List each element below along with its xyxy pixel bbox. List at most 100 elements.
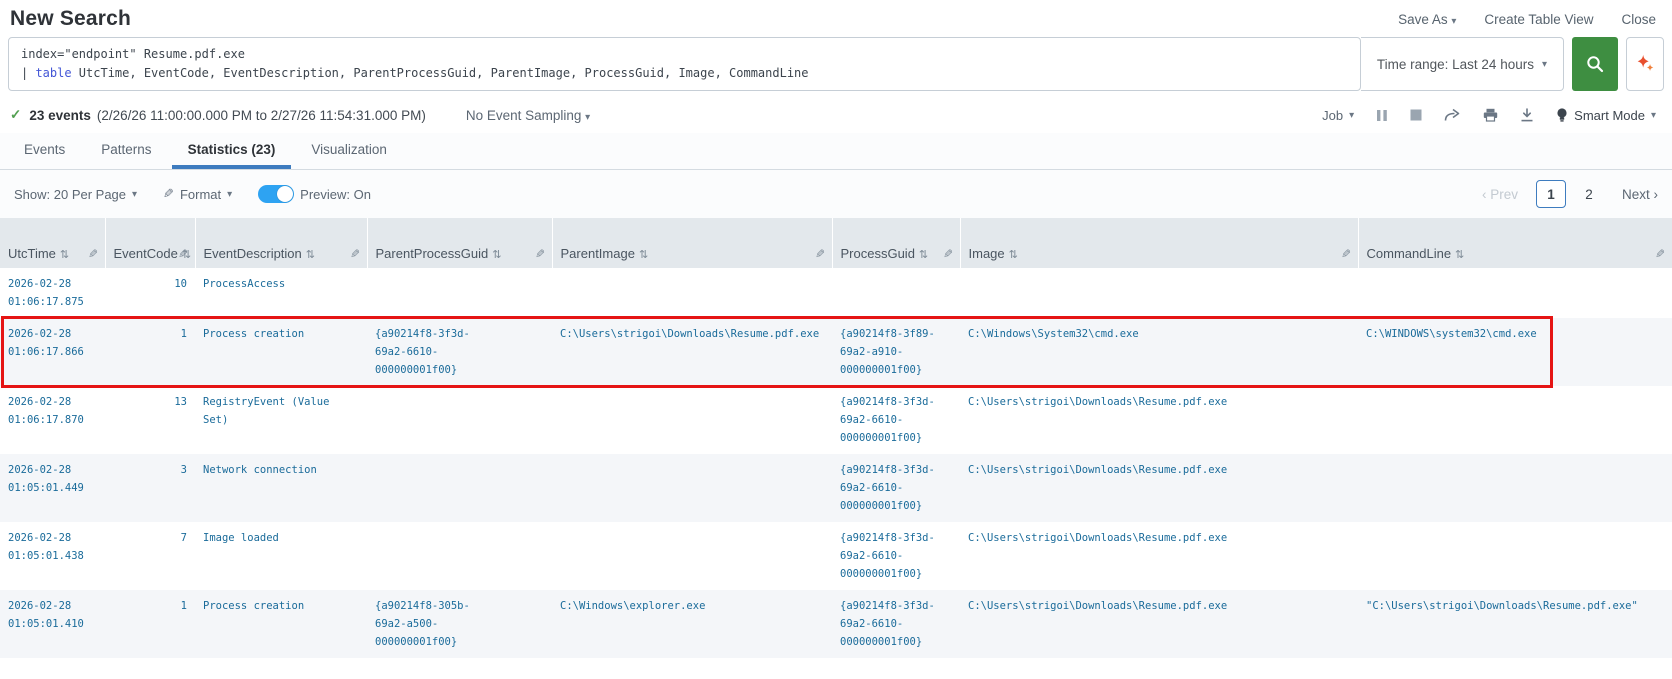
table-cell[interactable]: {a90214f8-3f3d-69a2-6610-000000001f00}: [832, 454, 960, 522]
time-range-picker[interactable]: Time range: Last 24 hours ▾: [1360, 37, 1564, 91]
event-sampling-dropdown[interactable]: No Event Sampling ▾: [466, 108, 590, 123]
column-header-processguid[interactable]: ProcessGuid ⇅ ✎: [832, 218, 961, 268]
table-cell[interactable]: Image loaded: [195, 522, 367, 590]
table-cell[interactable]: {a90214f8-3f3d-69a2-6610-000000001f00}: [832, 590, 960, 658]
tab-events[interactable]: Events: [8, 133, 81, 169]
edit-column-icon[interactable]: ✎: [178, 247, 188, 261]
table-cell[interactable]: Process creation: [195, 318, 367, 386]
edit-column-icon[interactable]: ✎: [350, 247, 360, 261]
table-cell[interactable]: {a90214f8-3f3d-69a2-6610-000000001f00}: [832, 522, 960, 590]
ai-assistant-button[interactable]: [1626, 37, 1664, 91]
table-cell[interactable]: [367, 454, 552, 522]
table-cell[interactable]: {a90214f8-3f3d-69a2-6610-000000001f00}: [367, 318, 552, 386]
table-cell[interactable]: 1: [105, 590, 195, 658]
sort-icon[interactable]: ⇅: [492, 249, 501, 261]
table-cell[interactable]: {a90214f8-305b-69a2-a500-000000001f00}: [367, 590, 552, 658]
per-page-dropdown[interactable]: Show: 20 Per Page ▾: [14, 187, 137, 202]
preview-toggle[interactable]: Preview: On: [258, 185, 371, 203]
table-cell[interactable]: [1358, 522, 1672, 590]
close-button[interactable]: Close: [1621, 12, 1656, 27]
save-as-button[interactable]: Save As ▾: [1398, 12, 1456, 27]
table-cell[interactable]: 2026-02-28 01:06:17.866: [0, 318, 105, 386]
table-cell[interactable]: 2026-02-28 01:06:17.870: [0, 386, 105, 454]
next-page-button[interactable]: Next ›: [1622, 187, 1658, 202]
page-button-1[interactable]: 1: [1535, 180, 1566, 208]
table-cell[interactable]: [367, 386, 552, 454]
stop-button[interactable]: [1410, 109, 1422, 121]
sort-icon[interactable]: ⇅: [1009, 249, 1018, 261]
tab-patterns[interactable]: Patterns: [85, 133, 167, 169]
table-cell[interactable]: 2026-02-28 01:05:01.449: [0, 454, 105, 522]
format-dropdown[interactable]: ✎ Format ▾: [163, 186, 232, 202]
create-table-view-button[interactable]: Create Table View: [1484, 12, 1593, 27]
sort-icon[interactable]: ⇅: [639, 249, 648, 261]
table-cell[interactable]: {a90214f8-3f89-69a2-a910-000000001f00}: [832, 318, 960, 386]
table-cell[interactable]: RegistryEvent (Value Set): [195, 386, 367, 454]
toggle-switch[interactable]: [258, 185, 295, 203]
table-cell[interactable]: C:\Windows\explorer.exe: [552, 590, 832, 658]
chevron-down-icon: ▾: [227, 188, 233, 200]
column-header-eventcode[interactable]: EventCode ⇅ ✎: [105, 218, 196, 268]
edit-column-icon[interactable]: ✎: [1655, 247, 1665, 261]
table-cell[interactable]: [367, 522, 552, 590]
table-cell[interactable]: 2026-02-28 01:05:01.438: [0, 522, 105, 590]
column-header-parentprocessguid[interactable]: ParentProcessGuid ⇅ ✎: [367, 218, 553, 268]
export-button[interactable]: [1520, 108, 1534, 122]
table-cell[interactable]: "C:\Users\strigoi\Downloads\Resume.pdf.e…: [1358, 590, 1672, 658]
table-cell[interactable]: C:\WINDOWS\system32\cmd.exe: [1358, 318, 1672, 386]
share-button[interactable]: [1444, 108, 1461, 122]
sort-icon[interactable]: ⇅: [306, 249, 315, 261]
table-cell[interactable]: 2026-02-28 01:05:01.410: [0, 590, 105, 658]
table-cell[interactable]: C:\Windows\System32\cmd.exe: [960, 318, 1358, 386]
pause-button[interactable]: [1376, 109, 1388, 122]
table-row: 2026-02-28 01:06:17.875 10 ProcessAccess: [0, 268, 1672, 318]
column-header-utctime[interactable]: UtcTime ⇅ ✎: [0, 218, 106, 268]
table-cell[interactable]: C:\Users\strigoi\Downloads\Resume.pdf.ex…: [960, 386, 1358, 454]
table-cell[interactable]: 2026-02-28 01:06:17.875: [0, 268, 105, 318]
table-cell[interactable]: ProcessAccess: [195, 268, 367, 318]
search-query-input[interactable]: index="endpoint" Resume.pdf.exe | table …: [8, 37, 1361, 91]
sort-icon[interactable]: ⇅: [919, 249, 928, 261]
prev-page-button[interactable]: ‹ Prev: [1482, 187, 1518, 202]
table-cell[interactable]: C:\Users\strigoi\Downloads\Resume.pdf.ex…: [960, 454, 1358, 522]
edit-column-icon[interactable]: ✎: [535, 247, 545, 261]
tab-visualization[interactable]: Visualization: [295, 133, 403, 169]
sort-icon[interactable]: ⇅: [1455, 249, 1464, 261]
table-cell[interactable]: [1358, 268, 1672, 318]
page-button-2[interactable]: 2: [1574, 180, 1604, 208]
table-cell[interactable]: [1358, 386, 1672, 454]
edit-column-icon[interactable]: ✎: [88, 247, 98, 261]
table-cell[interactable]: 1: [105, 318, 195, 386]
column-header-commandline[interactable]: CommandLine ⇅ ✎: [1358, 218, 1672, 268]
table-cell[interactable]: C:\Users\strigoi\Downloads\Resume.pdf.ex…: [960, 590, 1358, 658]
table-cell[interactable]: Network connection: [195, 454, 367, 522]
table-cell[interactable]: 3: [105, 454, 195, 522]
sort-icon[interactable]: ⇅: [60, 249, 69, 261]
table-cell[interactable]: C:\Users\strigoi\Downloads\Resume.pdf.ex…: [552, 318, 832, 386]
column-header-eventdescription[interactable]: EventDescription ⇅ ✎: [195, 218, 368, 268]
edit-column-icon[interactable]: ✎: [943, 247, 953, 261]
tab-statistics-23[interactable]: Statistics (23): [171, 133, 292, 169]
table-cell[interactable]: [552, 386, 832, 454]
table-cell[interactable]: {a90214f8-3f3d-69a2-6610-000000001f00}: [832, 386, 960, 454]
column-header-image[interactable]: Image ⇅ ✎: [960, 218, 1359, 268]
table-cell[interactable]: [367, 268, 552, 318]
table-cell[interactable]: Process creation: [195, 590, 367, 658]
job-menu[interactable]: Job ▾: [1322, 108, 1354, 123]
table-cell[interactable]: [552, 268, 832, 318]
table-cell[interactable]: [832, 268, 960, 318]
table-cell[interactable]: [552, 454, 832, 522]
column-header-parentimage[interactable]: ParentImage ⇅ ✎: [552, 218, 833, 268]
search-button[interactable]: [1572, 37, 1618, 91]
table-cell[interactable]: [1358, 454, 1672, 522]
table-cell[interactable]: 13: [105, 386, 195, 454]
table-cell[interactable]: 7: [105, 522, 195, 590]
edit-column-icon[interactable]: ✎: [1341, 247, 1351, 261]
table-cell[interactable]: 10: [105, 268, 195, 318]
print-button[interactable]: [1483, 108, 1498, 122]
search-mode-selector[interactable]: Smart Mode ▾: [1556, 108, 1656, 123]
table-cell[interactable]: C:\Users\strigoi\Downloads\Resume.pdf.ex…: [960, 522, 1358, 590]
table-cell[interactable]: [960, 268, 1358, 318]
edit-column-icon[interactable]: ✎: [815, 247, 825, 261]
table-cell[interactable]: [552, 522, 832, 590]
